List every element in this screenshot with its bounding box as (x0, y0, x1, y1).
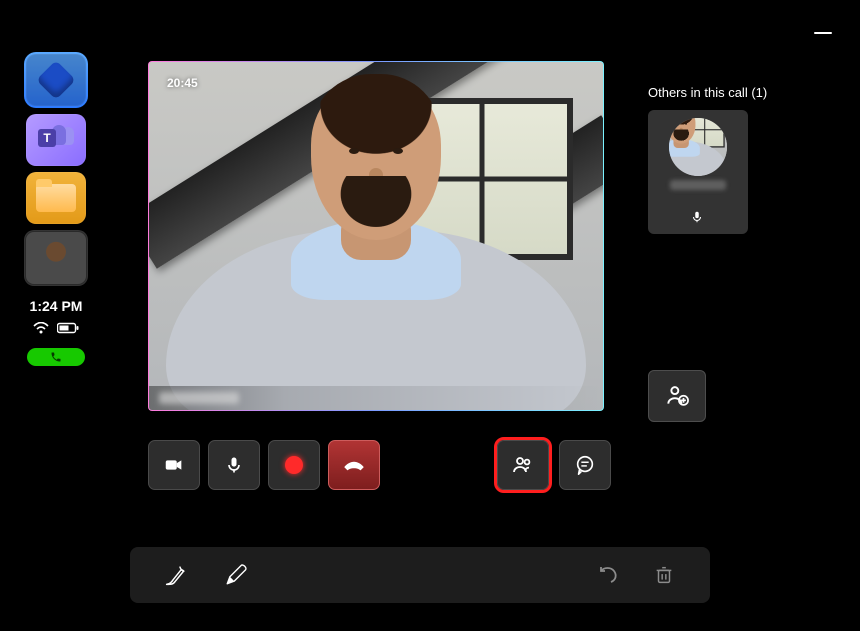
avatar-icon (26, 232, 86, 284)
main-video: 20:45 (148, 61, 604, 411)
hangup-button[interactable] (328, 440, 380, 490)
people-icon (511, 453, 535, 477)
others-panel: Others in this call (1) (648, 85, 767, 234)
others-title: Others in this call (1) (648, 85, 767, 100)
rail-item-files[interactable] (26, 172, 86, 224)
phone-icon (50, 351, 62, 363)
person-add-icon (664, 383, 690, 409)
rail-item-teams[interactable]: T (26, 114, 86, 166)
other-name-blurred (670, 180, 726, 190)
pencil-icon (222, 561, 250, 589)
mic-icon (690, 210, 706, 226)
status-icons (33, 322, 79, 334)
add-person-button[interactable] (648, 370, 706, 422)
teams-icon: T (36, 125, 76, 155)
undo-tool[interactable] (588, 555, 628, 595)
mic-icon (224, 455, 244, 475)
minimize-button[interactable] (814, 32, 832, 34)
pen-tool[interactable] (156, 555, 196, 595)
clock: 1:24 PM (30, 298, 83, 314)
other-avatar (669, 118, 727, 176)
call-status-pill[interactable] (27, 348, 85, 366)
people-button[interactable] (497, 440, 549, 490)
pen-icon (161, 560, 191, 590)
call-controls-left (148, 440, 380, 490)
record-icon (285, 456, 303, 474)
pencil-tool[interactable] (216, 555, 256, 595)
hangup-icon (341, 452, 367, 478)
battery-icon (57, 322, 79, 334)
undo-icon (596, 563, 620, 587)
wifi-icon (33, 322, 49, 334)
chat-icon (574, 454, 596, 476)
trash-icon (653, 564, 675, 586)
delete-tool[interactable] (644, 555, 684, 595)
rail-item-contact[interactable] (24, 230, 88, 286)
participant-name-blurred (159, 392, 239, 404)
video-name-bar (149, 386, 603, 410)
home-icon (36, 60, 76, 100)
ink-toolbar (130, 547, 710, 603)
camera-button[interactable] (148, 440, 200, 490)
app-rail: T 1:24 PM (24, 52, 88, 366)
mic-button[interactable] (208, 440, 260, 490)
camera-icon (163, 454, 185, 476)
call-controls-right (497, 440, 611, 490)
call-duration: 20:45 (167, 76, 198, 90)
folder-icon (36, 184, 76, 212)
other-participant-card[interactable] (648, 110, 748, 234)
rail-item-home[interactable] (24, 52, 88, 108)
chat-button[interactable] (559, 440, 611, 490)
record-button[interactable] (268, 440, 320, 490)
